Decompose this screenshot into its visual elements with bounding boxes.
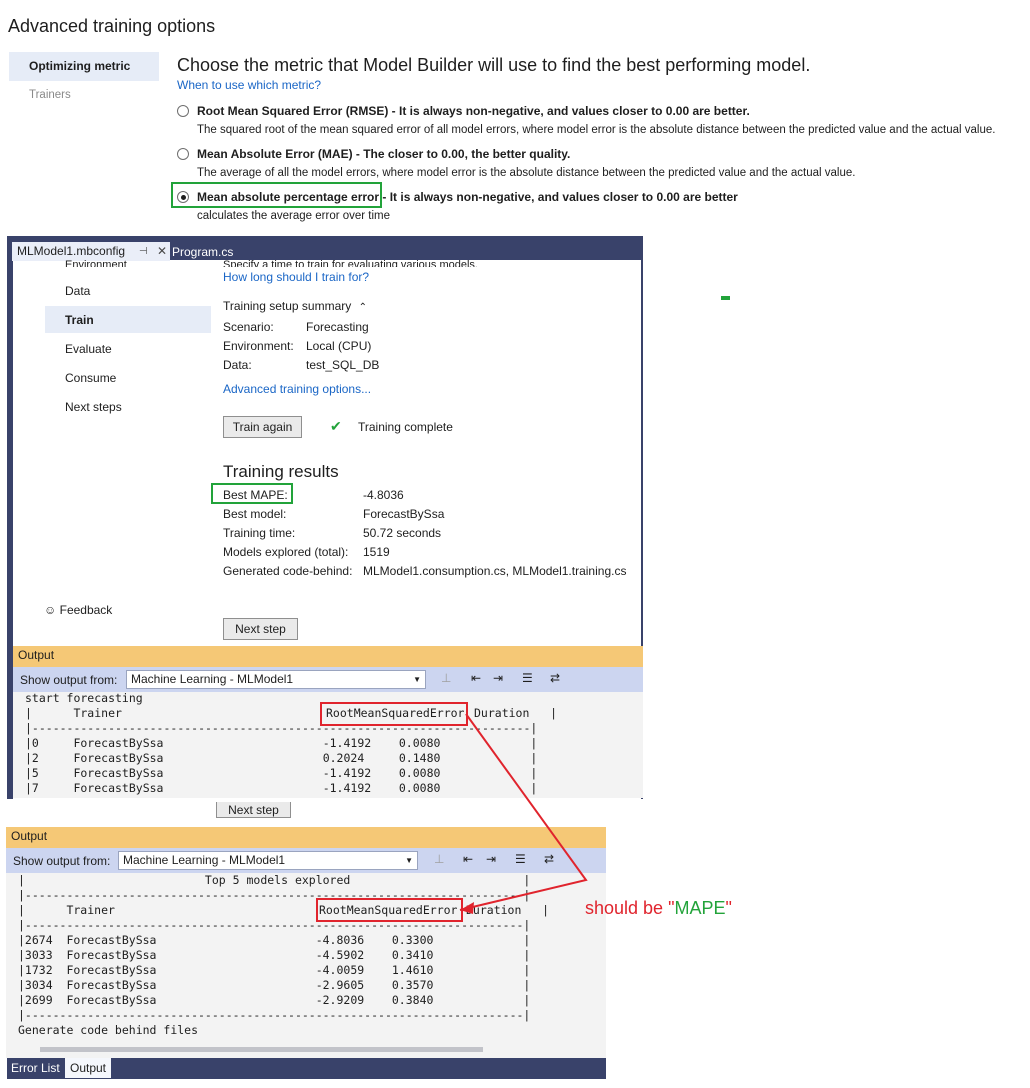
annotation-arrow [459,713,588,914]
annotation-arrow-line [459,713,588,911]
annotation-arrowhead [460,902,474,914]
annotation-highlight: MAPE [674,898,726,918]
annotation-suffix: " [725,898,732,918]
annotation-text: should be "MAPE" [585,898,732,919]
annotation-prefix: should be " [585,898,675,918]
